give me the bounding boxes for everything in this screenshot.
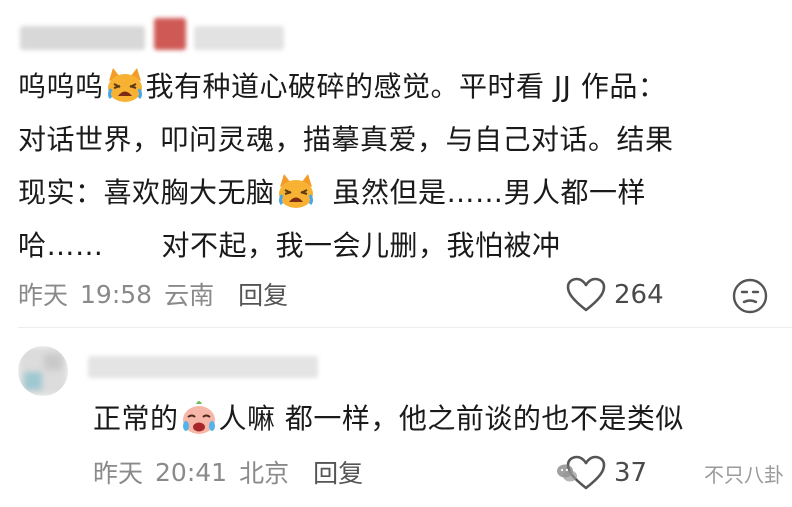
comment-meta: 昨天 19:58 云南 回复 (18, 276, 288, 312)
comment-line: 现实：喜欢胸大无脑 虽然但是……男人都一样 (18, 166, 778, 219)
comment-line: 呜呜呜 我有种道心破碎的感觉。平时看 JJ 作品： (18, 60, 778, 113)
comment-time: 19:58 (80, 279, 153, 309)
like-count: 264 (614, 280, 664, 310)
neutral-face-icon[interactable] (732, 278, 768, 314)
comment-location: 云南 (164, 281, 215, 310)
watermark: 不只八卦 (556, 456, 784, 490)
comment-author-name[interactable] (88, 352, 328, 380)
watermark-text: 不只八卦 (704, 462, 784, 487)
comment-date: 昨天 (93, 459, 144, 488)
comment-line: 对话世界，叩问灵魂，描摹真爱，与自己对话。结果 (18, 113, 778, 166)
comment-text: 哈…… (18, 229, 104, 262)
crying-cat-emoji-icon (107, 68, 142, 102)
crying-baby-emoji-icon (182, 401, 215, 434)
comment-author-header[interactable] (18, 10, 288, 50)
comment-text: 对不起，我一会儿删，我怕被冲 (161, 229, 561, 262)
avatar[interactable] (18, 346, 68, 396)
crying-cat-emoji-icon (278, 174, 313, 208)
author-name-redacted (20, 26, 145, 50)
comment-location: 北京 (239, 459, 290, 488)
comment-time: 20:41 (155, 457, 228, 487)
comment-body: 呜呜呜 我有种道心破碎的感觉。平时看 JJ 作品： 对话世界，叩问灵魂，描摹真爱… (18, 60, 778, 272)
author-avatar-redacted (154, 18, 186, 50)
comment-line: 哈…… 对不起，我一会儿删，我怕被冲 (18, 219, 778, 272)
heart-icon (566, 277, 606, 312)
avatar-redacted (24, 372, 42, 390)
comment-text: 呜呜呜 (18, 70, 104, 103)
comment-divider (18, 327, 792, 328)
comment-text: 现实：喜欢胸大无脑 (18, 176, 275, 209)
comment-text: 我有种道心破碎的感觉。平时看 JJ 作品： (145, 70, 667, 103)
author-name-redacted (88, 356, 318, 378)
reply-button[interactable]: 回复 (238, 276, 288, 312)
reply-button[interactable]: 回复 (313, 454, 363, 490)
comment-text: 人嘛 都一样，他之前谈的也不是类似 (218, 402, 684, 435)
like-button[interactable]: 264 (566, 276, 664, 314)
comment-date: 昨天 (18, 281, 69, 310)
comment-text: 正常的 (93, 402, 179, 435)
avatar-redacted (44, 354, 62, 370)
comment-body: 正常的 人嘛 都一样，他之前谈的也不是类似 (93, 396, 684, 442)
author-badge-redacted (194, 26, 284, 50)
comment-meta: 昨天 20:41 北京 回复 (93, 454, 363, 490)
comment-text: 虽然但是……男人都一样 (332, 176, 647, 209)
wechat-icon (557, 464, 577, 482)
comment-text: 对话世界，叩问灵魂，描摹真爱，与自己对话。结果 (18, 123, 674, 156)
